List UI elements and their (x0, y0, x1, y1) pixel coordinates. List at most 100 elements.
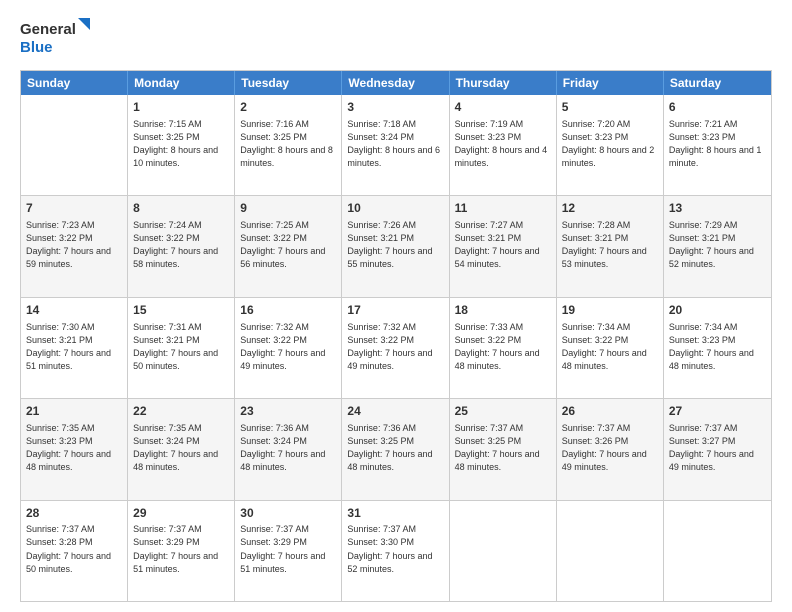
cell-detail: Sunrise: 7:37 AM Sunset: 3:29 PM Dayligh… (133, 523, 229, 575)
calendar-cell: 7 Sunrise: 7:23 AM Sunset: 3:22 PM Daylig… (21, 196, 128, 296)
calendar-cell: 19Sunrise: 7:34 AM Sunset: 3:22 PM Dayli… (557, 298, 664, 398)
day-number: 11 (455, 200, 551, 217)
cell-detail: Sunrise: 7:20 AM Sunset: 3:23 PM Dayligh… (562, 118, 658, 170)
cell-detail: Sunrise: 7:37 AM Sunset: 3:29 PM Dayligh… (240, 523, 336, 575)
calendar-cell: 1Sunrise: 7:15 AM Sunset: 3:25 PM Daylig… (128, 95, 235, 195)
day-number: 10 (347, 200, 443, 217)
cell-detail: Sunrise: 7:37 AM Sunset: 3:30 PM Dayligh… (347, 523, 443, 575)
weekday-header: Thursday (450, 71, 557, 95)
calendar-cell: 12Sunrise: 7:28 AM Sunset: 3:21 PM Dayli… (557, 196, 664, 296)
weekday-header: Sunday (21, 71, 128, 95)
cell-detail: Sunrise: 7:35 AM Sunset: 3:23 PM Dayligh… (26, 422, 122, 474)
calendar-cell: 26Sunrise: 7:37 AM Sunset: 3:26 PM Dayli… (557, 399, 664, 499)
calendar-cell: 25Sunrise: 7:37 AM Sunset: 3:25 PM Dayli… (450, 399, 557, 499)
day-number: 30 (240, 505, 336, 522)
calendar-cell: 23 Sunrise: 7:36 AM Sunset: 3:24 PM Dayli… (235, 399, 342, 499)
day-number: 6 (669, 99, 766, 116)
calendar-header: SundayMondayTuesdayWednesdayThursdayFrid… (21, 71, 771, 95)
cell-detail: Sunrise: 7:35 AM Sunset: 3:24 PM Dayligh… (133, 422, 229, 474)
day-number: 1 (133, 99, 229, 116)
day-number: 7 (26, 200, 122, 217)
day-number: 23 (240, 403, 336, 420)
calendar-cell (557, 501, 664, 601)
day-number: 4 (455, 99, 551, 116)
cell-detail: Sunrise: 7:37 AM Sunset: 3:28 PM Dayligh… (26, 523, 122, 575)
day-number: 28 (26, 505, 122, 522)
calendar-row: 21 Sunrise: 7:35 AM Sunset: 3:23 PM Dayli… (21, 398, 771, 499)
cell-detail: Sunrise: 7:31 AM Sunset: 3:21 PM Dayligh… (133, 321, 229, 373)
cell-detail: Sunrise: 7:37 AM Sunset: 3:25 PM Dayligh… (455, 422, 551, 474)
day-number: 9 (240, 200, 336, 217)
cell-detail: Sunrise: 7:33 AM Sunset: 3:22 PM Dayligh… (455, 321, 551, 373)
day-number: 18 (455, 302, 551, 319)
cell-detail: Sunrise: 7:27 AM Sunset: 3:21 PM Dayligh… (455, 219, 551, 271)
logo-svg: General Blue (20, 16, 90, 60)
svg-text:Blue: Blue (20, 39, 53, 56)
calendar-cell: 27Sunrise: 7:37 AM Sunset: 3:27 PM Dayli… (664, 399, 771, 499)
day-number: 12 (562, 200, 658, 217)
cell-detail: Sunrise: 7:37 AM Sunset: 3:26 PM Dayligh… (562, 422, 658, 474)
calendar-row: 7 Sunrise: 7:23 AM Sunset: 3:22 PM Daylig… (21, 195, 771, 296)
calendar-page: General Blue SundayMondayTuesdayWednesda… (0, 0, 792, 612)
calendar-cell: 16 Sunrise: 7:32 AM Sunset: 3:22 PM Dayli… (235, 298, 342, 398)
weekday-header: Saturday (664, 71, 771, 95)
svg-text:General: General (20, 21, 76, 38)
calendar-cell: 30Sunrise: 7:37 AM Sunset: 3:29 PM Dayli… (235, 501, 342, 601)
calendar: SundayMondayTuesdayWednesdayThursdayFrid… (20, 70, 772, 602)
calendar-cell: 28Sunrise: 7:37 AM Sunset: 3:28 PM Dayli… (21, 501, 128, 601)
cell-detail: Sunrise: 7:25 AM Sunset: 3:22 PM Dayligh… (240, 219, 336, 271)
day-number: 13 (669, 200, 766, 217)
calendar-cell: 11 Sunrise: 7:27 AM Sunset: 3:21 PM Dayli… (450, 196, 557, 296)
calendar-cell: 4 Sunrise: 7:19 AM Sunset: 3:23 PM Daylig… (450, 95, 557, 195)
calendar-cell: 22Sunrise: 7:35 AM Sunset: 3:24 PM Dayli… (128, 399, 235, 499)
calendar-cell: 20 Sunrise: 7:34 AM Sunset: 3:23 PM Dayli… (664, 298, 771, 398)
cell-detail: Sunrise: 7:32 AM Sunset: 3:22 PM Dayligh… (240, 321, 336, 373)
cell-detail: Sunrise: 7:36 AM Sunset: 3:24 PM Dayligh… (240, 422, 336, 474)
cell-detail: Sunrise: 7:19 AM Sunset: 3:23 PM Dayligh… (455, 118, 551, 170)
calendar-cell: 21 Sunrise: 7:35 AM Sunset: 3:23 PM Dayli… (21, 399, 128, 499)
logo: General Blue (20, 16, 90, 60)
cell-detail: Sunrise: 7:30 AM Sunset: 3:21 PM Dayligh… (26, 321, 122, 373)
weekday-header: Friday (557, 71, 664, 95)
cell-detail: Sunrise: 7:18 AM Sunset: 3:24 PM Dayligh… (347, 118, 443, 170)
calendar-row: 14Sunrise: 7:30 AM Sunset: 3:21 PM Dayli… (21, 297, 771, 398)
calendar-cell: 9 Sunrise: 7:25 AM Sunset: 3:22 PM Daylig… (235, 196, 342, 296)
calendar-cell: 31Sunrise: 7:37 AM Sunset: 3:30 PM Dayli… (342, 501, 449, 601)
cell-detail: Sunrise: 7:34 AM Sunset: 3:22 PM Dayligh… (562, 321, 658, 373)
cell-detail: Sunrise: 7:26 AM Sunset: 3:21 PM Dayligh… (347, 219, 443, 271)
calendar-cell: 15 Sunrise: 7:31 AM Sunset: 3:21 PM Dayli… (128, 298, 235, 398)
day-number: 21 (26, 403, 122, 420)
calendar-cell: 17 Sunrise: 7:32 AM Sunset: 3:22 PM Dayli… (342, 298, 449, 398)
cell-detail: Sunrise: 7:34 AM Sunset: 3:23 PM Dayligh… (669, 321, 766, 373)
weekday-header: Wednesday (342, 71, 449, 95)
day-number: 17 (347, 302, 443, 319)
day-number: 2 (240, 99, 336, 116)
cell-detail: Sunrise: 7:32 AM Sunset: 3:22 PM Dayligh… (347, 321, 443, 373)
calendar-cell: 8Sunrise: 7:24 AM Sunset: 3:22 PM Daylig… (128, 196, 235, 296)
day-number: 5 (562, 99, 658, 116)
cell-detail: Sunrise: 7:36 AM Sunset: 3:25 PM Dayligh… (347, 422, 443, 474)
day-number: 24 (347, 403, 443, 420)
calendar-body: 1Sunrise: 7:15 AM Sunset: 3:25 PM Daylig… (21, 95, 771, 601)
calendar-cell (664, 501, 771, 601)
calendar-cell: 10 Sunrise: 7:26 AM Sunset: 3:21 PM Dayli… (342, 196, 449, 296)
cell-detail: Sunrise: 7:37 AM Sunset: 3:27 PM Dayligh… (669, 422, 766, 474)
calendar-cell: 18 Sunrise: 7:33 AM Sunset: 3:22 PM Dayli… (450, 298, 557, 398)
weekday-header: Monday (128, 71, 235, 95)
cell-detail: Sunrise: 7:29 AM Sunset: 3:21 PM Dayligh… (669, 219, 766, 271)
weekday-header: Tuesday (235, 71, 342, 95)
calendar-cell: 5 Sunrise: 7:20 AM Sunset: 3:23 PM Daylig… (557, 95, 664, 195)
cell-detail: Sunrise: 7:21 AM Sunset: 3:23 PM Dayligh… (669, 118, 766, 170)
cell-detail: Sunrise: 7:16 AM Sunset: 3:25 PM Dayligh… (240, 118, 336, 170)
day-number: 20 (669, 302, 766, 319)
day-number: 29 (133, 505, 229, 522)
header: General Blue (20, 16, 772, 60)
day-number: 15 (133, 302, 229, 319)
cell-detail: Sunrise: 7:23 AM Sunset: 3:22 PM Dayligh… (26, 219, 122, 271)
day-number: 16 (240, 302, 336, 319)
calendar-cell: 29Sunrise: 7:37 AM Sunset: 3:29 PM Dayli… (128, 501, 235, 601)
cell-detail: Sunrise: 7:24 AM Sunset: 3:22 PM Dayligh… (133, 219, 229, 271)
calendar-cell: 6 Sunrise: 7:21 AM Sunset: 3:23 PM Daylig… (664, 95, 771, 195)
calendar-cell: 2 Sunrise: 7:16 AM Sunset: 3:25 PM Daylig… (235, 95, 342, 195)
day-number: 31 (347, 505, 443, 522)
